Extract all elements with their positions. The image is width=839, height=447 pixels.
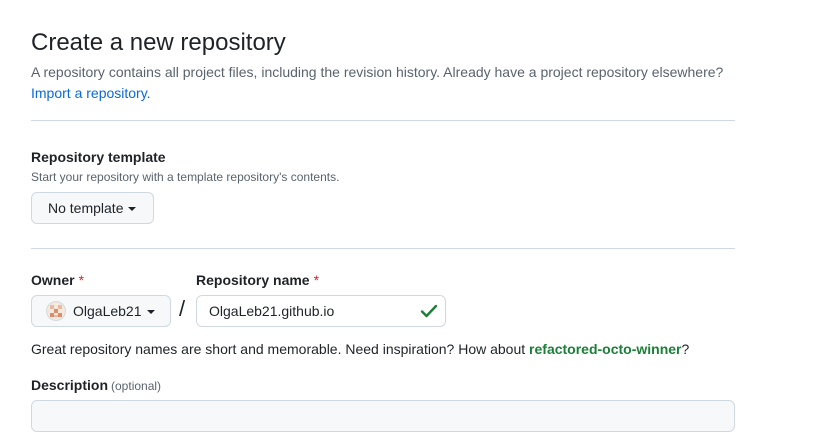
owner-dropdown-label: OlgaLeb21 — [73, 303, 142, 319]
repo-name-hint: Great repository names are short and mem… — [31, 341, 689, 357]
check-icon — [420, 304, 438, 318]
template-dropdown-label: No template — [48, 200, 124, 216]
caret-down-icon — [146, 309, 155, 314]
page-title: Create a new repository — [31, 29, 286, 56]
import-repository-link[interactable]: Import a repository. — [31, 85, 151, 101]
repository-name-input[interactable] — [196, 295, 446, 327]
hint-suffix: ? — [681, 341, 690, 357]
owner-repo-separator: / — [179, 296, 186, 321]
template-label: Repository template — [31, 149, 166, 165]
template-dropdown-button[interactable]: No template — [31, 192, 154, 224]
divider — [31, 120, 735, 121]
description-label-text: Description — [31, 377, 109, 393]
repo-name-label: Repository name * — [196, 272, 319, 288]
owner-label-text: Owner — [31, 272, 75, 288]
hint-prefix: Great repository names are short and mem… — [31, 341, 530, 357]
repo-name-required-mark: * — [313, 272, 320, 288]
caret-down-icon — [128, 206, 137, 211]
description-label: Description (optional) — [31, 377, 161, 393]
template-help: Start your repository with a template re… — [31, 170, 340, 184]
repo-name-label-text: Repository name — [196, 272, 310, 288]
identicon-avatar-icon — [46, 301, 66, 321]
description-optional-label: (optional) — [111, 379, 162, 393]
owner-required-mark: * — [78, 272, 85, 288]
owner-dropdown-button[interactable]: OlgaLeb21 — [31, 295, 171, 327]
owner-label: Owner * — [31, 272, 84, 288]
page-subtitle: A repository contains all project files,… — [31, 64, 724, 80]
description-input[interactable] — [31, 400, 735, 432]
divider — [31, 248, 735, 249]
repo-name-suggestion[interactable]: refactored-octo-winner — [529, 341, 681, 357]
